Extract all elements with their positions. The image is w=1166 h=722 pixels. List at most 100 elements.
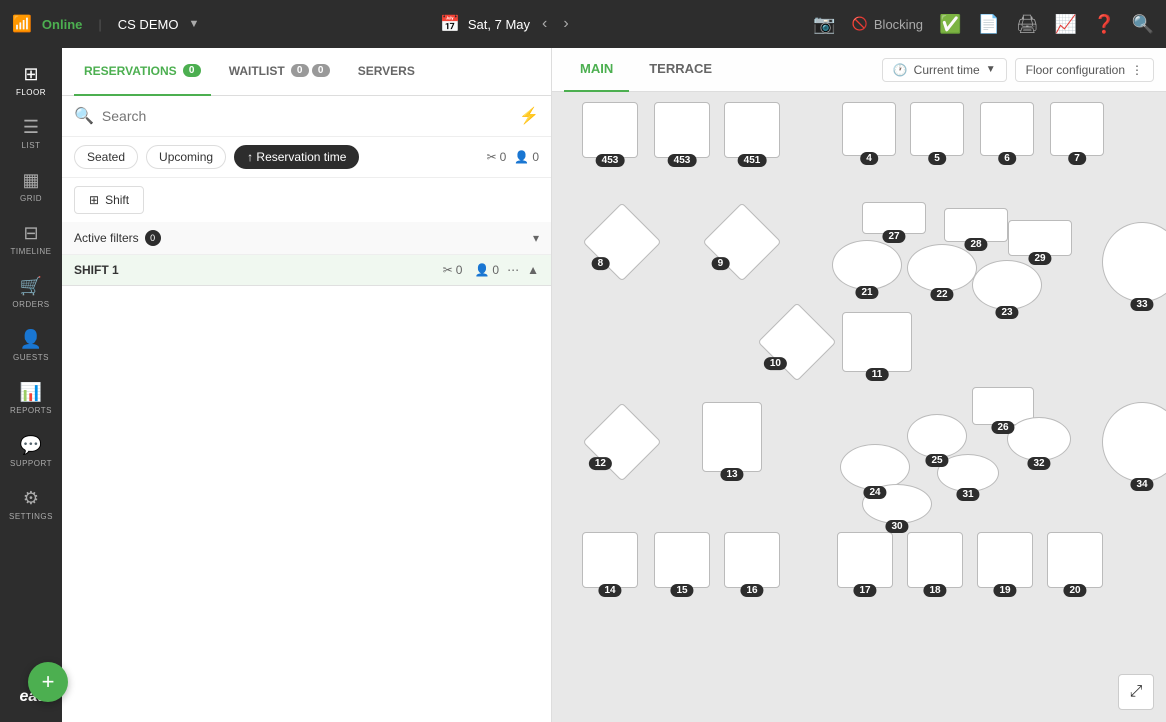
trending-icon[interactable]: 📈 xyxy=(1055,14,1077,35)
table-13[interactable]: 13 xyxy=(702,402,762,472)
filter-chips: Seated Upcoming ↑ Reservation time ✂ 0 👤 xyxy=(62,137,551,178)
table-453a[interactable]: 453 xyxy=(582,102,638,158)
shift-more-button[interactable]: ⋯ xyxy=(507,263,519,277)
table-23[interactable]: 23 xyxy=(972,260,1042,310)
table-25[interactable]: 25 xyxy=(907,414,967,458)
timeline-icon: ⊟ xyxy=(23,223,38,244)
table-27[interactable]: 27 xyxy=(862,202,926,234)
shift-collapse-button[interactable]: ▲ xyxy=(527,263,539,277)
table-15[interactable]: 15 xyxy=(654,532,710,588)
sidebar-item-settings-label: SETTINGS xyxy=(9,512,53,521)
search-bar-icon: 🔍 xyxy=(74,106,94,126)
tab-waitlist[interactable]: WAITLIST 0 0 xyxy=(219,48,340,96)
table-label-12: 12 xyxy=(589,457,612,470)
tab-servers[interactable]: SERVERS xyxy=(348,48,425,96)
next-date-button[interactable]: › xyxy=(559,11,572,37)
table-16[interactable]: 16 xyxy=(724,532,780,588)
table-30[interactable]: 30 xyxy=(862,484,932,524)
table-12[interactable]: 12 xyxy=(582,402,662,482)
shift-persons-stat: 👤 0 xyxy=(474,263,499,277)
shift-area: ⊞ Shift xyxy=(62,178,551,222)
prev-date-button[interactable]: ‹ xyxy=(538,11,551,37)
sidebar-item-settings[interactable]: ⚙ SETTINGS xyxy=(4,480,58,529)
table-29[interactable]: 29 xyxy=(1008,220,1072,256)
add-fab-button[interactable]: + xyxy=(28,662,68,702)
table-label-10: 10 xyxy=(764,357,787,370)
reservations-panel: RESERVATIONS 0 WAITLIST 0 0 SERVERS 🔍 xyxy=(62,48,552,722)
sidebar-item-orders[interactable]: 🛒 ORDERS xyxy=(4,268,58,317)
table-7[interactable]: 7 xyxy=(1050,102,1104,156)
sidebar-item-support[interactable]: 💬 SUPPORT xyxy=(4,427,58,476)
filters-expand-icon[interactable]: ▾ xyxy=(533,231,539,245)
table-6[interactable]: 6 xyxy=(980,102,1034,156)
table-31[interactable]: 31 xyxy=(937,454,999,492)
table-14[interactable]: 14 xyxy=(582,532,638,588)
table-4[interactable]: 4 xyxy=(842,102,896,156)
sidebar-item-guests[interactable]: 👤 GUESTS xyxy=(4,321,58,370)
current-time-button[interactable]: 🕐 Current time ▼ xyxy=(882,58,1007,82)
table-8[interactable]: 8 xyxy=(582,202,662,282)
table-5[interactable]: 5 xyxy=(910,102,964,156)
check-circle-icon[interactable]: ✅ xyxy=(939,14,961,35)
camera-icon[interactable]: 📷 xyxy=(813,14,835,35)
floor-tab-terrace-label: TERRACE xyxy=(649,61,712,76)
demo-name[interactable]: CS DEMO xyxy=(118,17,179,32)
table-32[interactable]: 32 xyxy=(1007,417,1071,461)
sidebar-item-floor[interactable]: ⊞ FLOOR xyxy=(4,56,58,105)
table-33[interactable]: 33 xyxy=(1102,222,1166,302)
demo-dropdown-icon[interactable]: ▼ xyxy=(188,18,199,30)
seated-chip[interactable]: Seated xyxy=(74,145,138,169)
floor-tabs-right: 🕐 Current time ▼ Floor configuration ⋮ xyxy=(882,58,1154,82)
sidebar-item-timeline[interactable]: ⊟ TIMELINE xyxy=(4,215,58,264)
sidebar-item-grid[interactable]: ▦ GRID xyxy=(4,162,58,211)
table-label-9: 9 xyxy=(712,257,730,270)
table-10[interactable]: 10 xyxy=(757,302,837,382)
seated-chip-label: Seated xyxy=(87,150,125,164)
active-filters-bar[interactable]: Active filters 0 ▾ xyxy=(62,222,551,255)
shift-stats: ✂ 0 👤 0 xyxy=(443,263,499,277)
table-20[interactable]: 20 xyxy=(1047,532,1103,588)
table-34[interactable]: 34 xyxy=(1102,402,1166,482)
floor-tab-main-label: MAIN xyxy=(580,61,613,76)
sidebar-item-guests-label: GUESTS xyxy=(13,353,49,362)
reservation-time-label: Reservation time xyxy=(256,150,346,164)
upcoming-chip[interactable]: Upcoming xyxy=(146,145,226,169)
table-21[interactable]: 21 xyxy=(832,240,902,290)
file-icon[interactable]: 📄 xyxy=(977,14,999,35)
sidebar-item-list[interactable]: ☰ LIST xyxy=(4,109,58,158)
blocking-button[interactable]: 🚫 Blocking xyxy=(852,16,923,32)
floor-tab-terrace[interactable]: TERRACE xyxy=(633,48,728,92)
expand-button[interactable]: ⤢ xyxy=(1118,674,1154,710)
table-28[interactable]: 28 xyxy=(944,208,1008,242)
table-label-15: 15 xyxy=(670,584,693,597)
table-453b[interactable]: 453 xyxy=(654,102,710,158)
table-18[interactable]: 18 xyxy=(907,532,963,588)
table-451[interactable]: 451 xyxy=(724,102,780,158)
floor-config-button[interactable]: Floor configuration ⋮ xyxy=(1015,58,1154,82)
search-icon[interactable]: 🔍 xyxy=(1132,14,1154,35)
waitlist-badges: 0 0 xyxy=(291,64,330,77)
table-19[interactable]: 19 xyxy=(977,532,1033,588)
print-icon[interactable]: 🖨 xyxy=(1016,14,1039,35)
sidebar-item-reports[interactable]: 📊 REPORTS xyxy=(4,374,58,423)
table-label-14: 14 xyxy=(598,584,621,597)
table-17[interactable]: 17 xyxy=(837,532,893,588)
reservation-time-chip[interactable]: ↑ Reservation time xyxy=(234,145,359,169)
sidebar-item-floor-label: FLOOR xyxy=(16,88,46,97)
shift-button[interactable]: ⊞ Shift xyxy=(74,186,144,214)
help-icon[interactable]: ❓ xyxy=(1093,14,1115,35)
guests-icon: 👤 xyxy=(20,329,42,350)
search-input[interactable] xyxy=(102,108,511,124)
support-icon: 💬 xyxy=(20,435,42,456)
grid-icon: ▦ xyxy=(22,170,39,191)
sidebar-item-reports-label: REPORTS xyxy=(10,406,52,415)
filter-icon[interactable]: ⚡ xyxy=(519,106,539,126)
active-filters-count: 0 xyxy=(145,230,161,246)
tab-reservations[interactable]: RESERVATIONS 0 xyxy=(74,48,211,96)
table-22[interactable]: 22 xyxy=(907,244,977,292)
floor-tab-main[interactable]: MAIN xyxy=(564,48,629,92)
table-label-11: 11 xyxy=(866,368,889,381)
table-9[interactable]: 9 xyxy=(702,202,782,282)
table-11[interactable]: 11 xyxy=(842,312,912,372)
sidebar: ⊞ FLOOR ☰ LIST ▦ GRID ⊟ TIMELINE 🛒 ORDER… xyxy=(0,48,62,722)
